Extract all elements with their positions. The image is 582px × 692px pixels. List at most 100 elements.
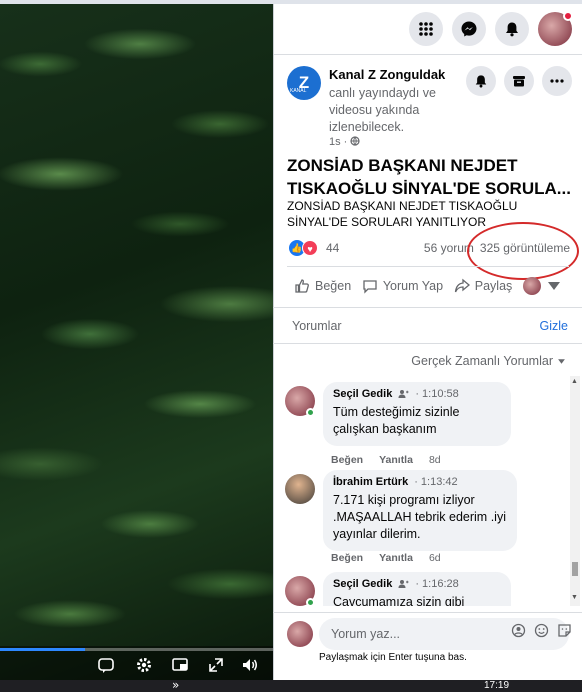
like-button[interactable]: Beğen [294,278,351,294]
comment-reply-button[interactable]: Yanıtla [379,454,413,466]
comment-input-placeholder: Yorum yaz... [331,627,401,641]
composer-icons [511,623,572,638]
comment-sort-dropdown[interactable]: Gerçek Zamanlı Yorumlar [411,354,566,368]
comment-actions: Beğen Yanıtla 8d [331,454,441,466]
post-time-label: 1s · [329,136,351,148]
page-name-link[interactable]: Kanal Z Zonguldak [329,67,445,82]
page-logo[interactable]: KANAL Z [287,66,321,100]
notifications-button[interactable] [495,12,529,46]
views-count: 325 görüntüleme [479,241,570,255]
live-status-text: canlı yayındaydı ve videosu yakında izle… [329,86,437,134]
globe-icon [350,136,361,146]
comment-age[interactable]: 6d [429,552,441,564]
comment-bubble: İbrahim Ertürk · 1:13:42 7.171 kişi prog… [323,470,517,551]
commenter-name[interactable]: Seçil Gedik [333,388,392,400]
fullscreen-icon[interactable] [206,656,226,676]
comment-bubble: Seçil Gedik · 1:10:58 Tüm desteğimiz siz… [323,382,511,446]
commenter-avatar[interactable] [285,576,315,606]
header-divider [274,54,582,55]
comments-count-link[interactable]: 56 yorum [424,241,474,255]
video-progress-track[interactable] [84,648,273,651]
commenter-name[interactable]: Seçil Gedik [333,578,392,590]
scroll-down-arrow-icon[interactable]: ▼ [571,594,578,601]
post-time[interactable]: 1s · [329,136,361,148]
more-options-button[interactable] [542,66,572,96]
captions-icon[interactable] [96,656,116,676]
volume-icon[interactable] [240,656,260,676]
save-video-button[interactable] [504,66,534,96]
messenger-button[interactable] [452,12,486,46]
share-label: Paylaş [474,279,513,293]
commenter-name[interactable]: İbrahim Ertürk [333,476,408,488]
comment-age[interactable]: 8d [429,454,441,466]
share-arrow-icon [454,278,470,293]
scrollbar-thumb[interactable] [572,562,578,576]
account-avatar[interactable] [538,11,573,46]
archive-icon [513,76,525,87]
comment-header: Seçil Gedik · 1:16:28 [333,578,501,590]
comment-text: Tüm desteğimiz sizinle çalışkan başkanım [333,405,460,436]
post-action-bar: Beğen Yorum Yap Paylaş [294,277,562,295]
notification-dot [563,11,573,21]
bell-icon [506,22,518,37]
reactions-summary[interactable]: 👍 ♥ 44 [289,240,339,256]
hide-comments-link[interactable]: Gizle [540,319,568,333]
comment-header: İbrahim Ertürk · 1:13:42 [333,476,507,488]
composer-avatar [287,621,313,647]
comment-timestamp-value[interactable]: 1:16:28 [422,578,459,590]
menu-grid-button[interactable] [409,12,443,46]
video-progress-played[interactable] [0,648,85,651]
sticker-icon[interactable] [557,623,572,638]
like-label: Beğen [315,279,352,293]
comment-bubble-icon [363,280,377,294]
comment-timestamp-value[interactable]: 1:13:42 [421,476,458,488]
sort-label: Gerçek Zamanlı Yorumlar [411,354,553,368]
enter-to-post-hint: Paylaşmak için Enter tuşuna bas. [319,652,467,663]
mini-player-icon[interactable] [170,656,190,676]
online-status-dot [306,598,315,606]
comments-divider [273,343,582,344]
emoji-icon[interactable] [534,623,549,638]
share-as-selector[interactable] [522,277,562,295]
comment-timestamp: · 1:13:42 [414,476,458,488]
online-status-dot [306,408,315,417]
follow-notifications-button[interactable] [466,66,496,96]
caret-down-icon [547,282,560,290]
comment-reply-button[interactable]: Yanıtla [379,552,413,564]
love-reaction-icon: ♥ [302,240,318,256]
post-title: ZONSİAD BAŞKANI NEJDET TISKAOĞLU SİNYAL'… [287,156,571,198]
actions-divider [273,307,582,308]
avatar-sticker-icon[interactable] [511,623,526,638]
comment-text: 7.171 kişi programı izliyor .MAŞAALLAH t… [333,493,506,541]
post-stats: 56 yorum 325 görüntüleme [424,241,570,255]
commenter-avatar[interactable] [285,474,315,504]
comment-list[interactable]: Seçil Gedik · 1:10:58 Tüm desteğimiz siz… [273,376,568,606]
caret-down-icon [558,358,565,364]
settings-gear-icon[interactable] [134,656,154,676]
scroll-up-arrow-icon[interactable]: ▲ [571,378,578,385]
thumbs-up-icon [295,279,309,293]
post-description: ZONSİAD BAŞKANI NEJDET TISKAOĞLU SİNYAL'… [287,199,518,229]
comment-timestamp-value[interactable]: 1:10:58 [422,388,459,400]
video-frame [0,4,273,680]
video-player[interactable] [0,4,273,680]
comment-like-button[interactable]: Beğen [331,454,363,466]
comment-bubble: Seçil Gedik · 1:16:28 Cavcumamıza sizin … [323,572,511,606]
comment-button[interactable]: Yorum Yap [362,278,443,294]
moderator-badge-icon [398,390,409,398]
video-controls [0,646,273,680]
logo-small-text: KANAL [290,88,307,94]
commenter-avatar[interactable] [285,386,315,417]
share-button[interactable]: Paylaş [454,278,513,294]
taskbar-clock[interactable]: 17:19 [484,680,509,691]
bell-icon [475,75,487,88]
comments-scrollbar[interactable]: ▲ ▼ [570,376,580,606]
top-nav [409,11,573,46]
comment-label: Yorum Yap [382,279,444,293]
post-header-actions [466,66,572,96]
comment-like-button[interactable]: Beğen [331,552,363,564]
taskbar-overflow-arrow[interactable]: » [172,678,179,692]
reaction-count: 44 [326,241,340,255]
comments-heading: Yorumlar [292,319,342,333]
grid-icon [419,22,433,36]
